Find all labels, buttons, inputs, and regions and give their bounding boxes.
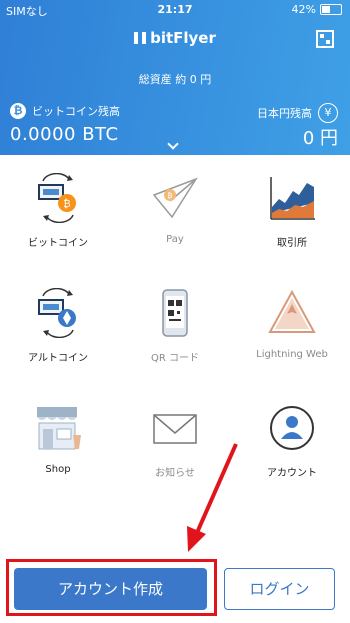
svg-text:₿: ₿ [63, 198, 70, 210]
qr-scan-icon[interactable] [316, 30, 334, 48]
battery-icon [320, 4, 342, 15]
menu-item-label: お知らせ [155, 468, 195, 479]
envelope-icon [153, 414, 197, 444]
menu-item-label: アルトコイン [28, 353, 88, 364]
menu-item-label: Lightning Web [256, 349, 328, 360]
bitcoin-icon: ₿ [10, 103, 26, 119]
battery-indicator: 42% [292, 3, 342, 16]
highlight-box [6, 559, 217, 616]
paper-plane-icon: ₿ [152, 177, 198, 219]
menu-item-label: Pay [166, 234, 184, 245]
lightning-triangle-icon [268, 289, 316, 333]
jpy-balance-value: 0 円 [302, 128, 338, 149]
bitcoin-exchange-icon: ₿ [38, 173, 76, 223]
status-bar: SIMなし 21:17 42% [0, 0, 350, 20]
shop-icon [37, 407, 81, 450]
menu-item-shop[interactable]: Shop [0, 385, 116, 500]
menu-item-label: 取引所 [277, 238, 307, 249]
menu-item-label: ビットコイン [28, 238, 88, 249]
app-logo: bitFlyer [0, 29, 350, 47]
battery-percent: 42% [291, 3, 316, 16]
chart-icon [270, 177, 315, 220]
bitflyer-logo-icon [134, 32, 147, 44]
header: SIMなし 21:17 42% bitFlyer 総資産 約 0 円 ₿ ビットコ… [0, 0, 350, 155]
menu-item-label: アカウント [267, 468, 317, 479]
menu-item-label: QR コード [151, 353, 199, 364]
svg-text:₿: ₿ [167, 192, 172, 200]
menu-item-altcoin[interactable]: アルトコイン [0, 270, 116, 385]
menu-item-lightning-web[interactable]: Lightning Web [234, 270, 350, 385]
menu-item-bitcoin[interactable]: ₿ ビットコイン [0, 155, 116, 270]
qr-phone-icon [162, 289, 188, 337]
menu-item-pay[interactable]: ₿ Pay [117, 155, 233, 270]
altcoin-exchange-icon [38, 288, 76, 338]
chevron-down-icon[interactable] [167, 138, 179, 150]
account-icon [270, 406, 314, 450]
btc-balance-label: ₿ ビットコイン残高 [10, 103, 120, 119]
yen-icon: ¥ [318, 103, 338, 123]
total-assets: 総資産 約 0 円 [138, 73, 212, 86]
menu-item-exchange[interactable]: 取引所 [234, 155, 350, 270]
menu-item-qr[interactable]: QR コード [117, 270, 233, 385]
jpy-balance-label: 日本円残高 ¥ [257, 103, 338, 123]
menu-item-account[interactable]: アカウント [234, 385, 350, 500]
btc-balance-value: 0.0000 BTC [10, 124, 119, 145]
menu-item-news[interactable]: お知らせ [117, 385, 233, 500]
login-button[interactable]: ログイン [224, 568, 335, 610]
menu-item-label: Shop [45, 464, 71, 475]
